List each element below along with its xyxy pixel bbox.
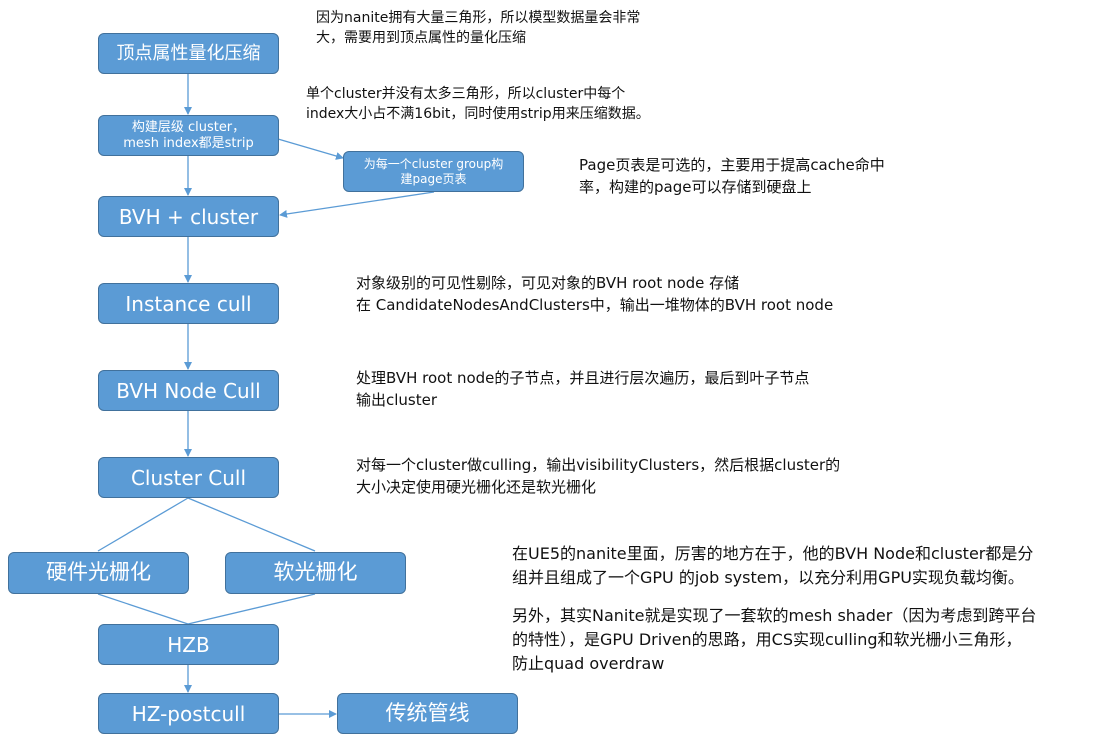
note-line: 对每一个cluster做culling，输出visibilityClusters… [356,456,841,474]
note-cluster-cull: 对每一个cluster做culling，输出visibilityClusters… [356,455,840,499]
arrow-build-to-page [277,138,344,160]
node-label: Instance cull [125,291,252,316]
node-label: BVH + cluster [118,204,259,229]
note-line: 大小决定使用硬光栅化还是软光栅化 [356,477,597,496]
note-line: 对象级别的可见性剔除，可见对象的BVH root node 存储 [356,274,740,292]
note-line: 率，构建的page可以存储到硬盘上 [579,177,812,196]
note-line: 在UE5的nanite里面，厉害的地方在于，他的BVH Node和cluster… [512,544,1034,563]
node-build-page-table: 为每一个cluster group构 建page页表 [343,151,524,192]
note-line: 因为nanite拥有大量三角形，所以模型数据量会非常 [316,10,641,26]
node-label-line1: 为每一个cluster group构 [363,157,504,172]
node-label: Cluster Cull [130,465,247,490]
arrow-hw-to-hzb [97,593,189,625]
note-line: 处理BVH root node的子节点，并且进行层次遍历，最后到叶子节点 [356,369,810,387]
node-label: 传统管线 [385,700,470,725]
note-line: 单个cluster并没有太多三角形，所以cluster中每个 [306,86,626,102]
note-line: 在 CandidateNodesAndClusters中，输出一堆物体的BVH … [356,295,834,314]
node-traditional-pipeline: 传统管线 [337,693,518,734]
note-line: Page页表是可选的，主要用于提高cache命中 [579,156,885,174]
node-label: HZ-postcull [131,701,246,726]
node-bvh-cluster: BVH + cluster [98,196,279,237]
arrow-page-to-bvh [279,191,435,218]
note-line: 组并且组成了一个GPU 的job system，以充分利用GPU实现负载均衡。 [512,568,1024,587]
node-label: HZB [167,632,210,657]
node-label: 硬件光栅化 [46,560,151,585]
node-vertex-quantization: 顶点属性量化压缩 [98,33,279,74]
arrow-clustercull-to-hw [97,497,189,552]
node-bvh-node-cull: BVH Node Cull [98,370,279,411]
note-line: index大小占不满16bit，同时使用strip用来压缩数据。 [306,106,650,123]
node-instance-cull: Instance cull [98,283,279,324]
note-summary: 在UE5的nanite里面，厉害的地方在于，他的BVH Node和cluster… [512,542,1036,676]
node-build-cluster: 构建层级 cluster， mesh index都是strip [98,115,279,156]
node-label-line2: 建page页表 [400,171,467,186]
node-label-line1: 构建层级 cluster， [131,119,246,135]
note-line: 输出cluster [356,390,438,409]
node-hzb: HZB [98,624,279,665]
note-cluster-strip: 单个cluster并没有太多三角形，所以cluster中每个 index大小占不… [306,84,650,125]
note-line: 的特性），是GPU Driven的思路，用CS实现culling和软光栅小三角形… [512,630,1022,649]
note-quantization: 因为nanite拥有大量三角形，所以模型数据量会非常 大，需要用到顶点属性的量化… [316,8,640,49]
node-label-line2: mesh index都是strip [123,135,254,151]
node-label: 软光栅化 [273,560,358,585]
note-line: 防止quad overdraw [512,654,665,673]
node-cluster-cull: Cluster Cull [98,457,279,498]
arrow-clustercull-to-sw [187,497,316,552]
note-instance-cull: 对象级别的可见性剔除，可见对象的BVH root node 存储 在 Candi… [356,273,833,317]
note-bvh-node-cull: 处理BVH root node的子节点，并且进行层次遍历，最后到叶子节点 输出c… [356,368,809,412]
node-hardware-raster: 硬件光栅化 [8,552,189,594]
node-label: 顶点属性量化压缩 [116,42,261,64]
node-label: BVH Node Cull [116,378,261,403]
note-spacer [512,590,1036,604]
node-software-raster: 软光栅化 [225,552,406,594]
note-page-table: Page页表是可选的，主要用于提高cache命中 率，构建的page可以存储到硬… [579,155,885,199]
arrow-sw-to-hzb [187,593,316,625]
note-line: 另外，其实Nanite就是实现了一套软的mesh shader（因为考虑到跨平台 [512,606,1037,625]
node-hz-postcull: HZ-postcull [98,693,279,734]
note-line: 大，需要用到顶点属性的量化压缩 [316,30,526,47]
